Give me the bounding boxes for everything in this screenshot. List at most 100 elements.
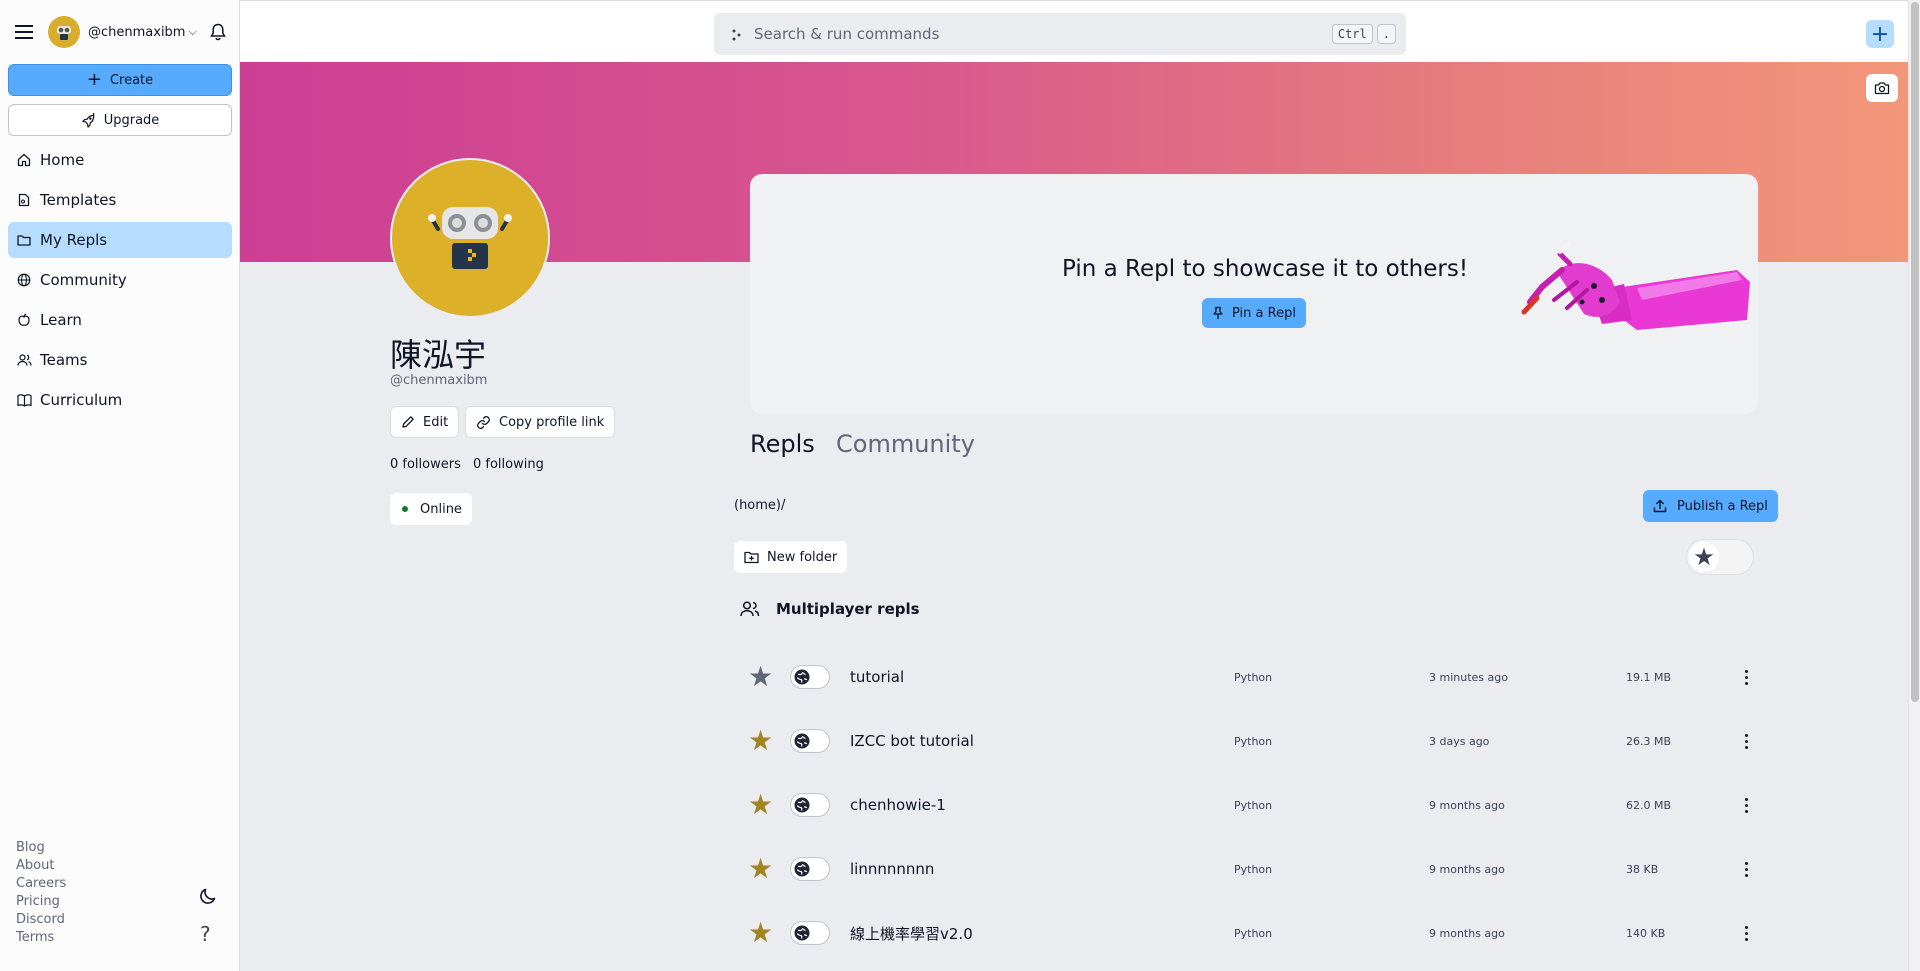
star-icon[interactable]: ★ bbox=[748, 791, 773, 819]
followers-count[interactable]: 0 followers bbox=[390, 457, 461, 472]
top-bar: Search & run commands Ctrl . + bbox=[240, 0, 1908, 62]
section-title: Multiplayer repls bbox=[776, 600, 920, 618]
repl-updated: 3 days ago bbox=[1429, 734, 1490, 748]
more-options-icon[interactable] bbox=[1740, 795, 1752, 815]
sidebar-item-label: Curriculum bbox=[40, 391, 123, 409]
visibility-toggle[interactable] bbox=[790, 793, 830, 817]
repl-updated: 9 months ago bbox=[1429, 926, 1505, 940]
chevron-down-icon[interactable]: ⌵ bbox=[188, 25, 196, 39]
sidebar-item-curriculum[interactable]: Curriculum bbox=[8, 382, 232, 418]
following-count[interactable]: 0 following bbox=[473, 457, 544, 472]
globe-icon bbox=[16, 272, 32, 288]
star-icon: ★ bbox=[1689, 542, 1719, 572]
help-icon[interactable]: ? bbox=[200, 922, 211, 946]
new-folder-button[interactable]: New folder bbox=[734, 541, 848, 573]
star-icon[interactable]: ★ bbox=[748, 919, 773, 947]
globe-icon bbox=[794, 861, 810, 877]
footer-link-careers[interactable]: Careers bbox=[16, 875, 66, 893]
sidebar-item-teams[interactable]: Teams bbox=[8, 342, 232, 378]
footer-link-blog[interactable]: Blog bbox=[16, 839, 66, 857]
sidebar-item-templates[interactable]: Templates bbox=[8, 182, 232, 218]
account-username[interactable]: @chenmaxibm bbox=[88, 25, 185, 40]
new-repl-plus-button[interactable]: + bbox=[1866, 20, 1894, 48]
visibility-toggle[interactable] bbox=[790, 921, 830, 945]
copy-link-label: Copy profile link bbox=[499, 414, 605, 430]
publish-repl-button[interactable]: Publish a Repl bbox=[1643, 490, 1778, 522]
scrollbar-thumb[interactable] bbox=[1911, 2, 1919, 702]
repl-name[interactable]: tutorial bbox=[850, 668, 904, 686]
repl-name[interactable]: chenhowie-1 bbox=[850, 796, 946, 814]
repl-row[interactable]: ★ linnnnnnnn Python 9 months ago 38 KB bbox=[734, 837, 1764, 901]
menu-icon[interactable] bbox=[12, 20, 36, 44]
footer-link-terms[interactable]: Terms bbox=[16, 929, 66, 947]
camera-icon[interactable] bbox=[1866, 74, 1898, 102]
repl-language: Python bbox=[1234, 926, 1273, 940]
star-icon[interactable]: ★ bbox=[748, 663, 773, 691]
pin-icon bbox=[1213, 306, 1223, 319]
repl-row[interactable]: ★ chenhowie-1 Python 9 months ago 62.0 MB bbox=[734, 773, 1764, 837]
create-button[interactable]: + Create bbox=[8, 64, 232, 96]
folder-plus-icon bbox=[744, 551, 759, 564]
more-options-icon[interactable] bbox=[1740, 923, 1752, 943]
visibility-toggle[interactable] bbox=[790, 665, 830, 689]
more-options-icon[interactable] bbox=[1740, 859, 1752, 879]
moon-icon[interactable] bbox=[198, 886, 220, 908]
breadcrumb[interactable]: (home)/ bbox=[734, 498, 785, 513]
section-header: Multiplayer repls bbox=[740, 600, 920, 618]
upload-icon bbox=[1653, 499, 1667, 513]
shortcut-key: . bbox=[1376, 24, 1396, 44]
copy-profile-link-button[interactable]: Copy profile link bbox=[465, 406, 616, 438]
more-options-icon[interactable] bbox=[1740, 667, 1752, 687]
repl-name[interactable]: IZCC bot tutorial bbox=[850, 732, 974, 750]
tab-repls[interactable]: Repls bbox=[750, 430, 815, 458]
publish-label: Publish a Repl bbox=[1677, 498, 1768, 514]
repl-row[interactable]: ★ tutorial Python 3 minutes ago 19.1 MB bbox=[734, 645, 1764, 709]
globe-icon bbox=[794, 733, 810, 749]
search-input[interactable]: Search & run commands Ctrl . bbox=[714, 13, 1406, 55]
repl-language: Python bbox=[1234, 734, 1273, 748]
globe-icon bbox=[794, 925, 810, 941]
online-dot-icon bbox=[402, 506, 408, 512]
repl-name[interactable]: 線上機率學習v2.0 bbox=[850, 923, 973, 944]
status-label: Online bbox=[420, 501, 462, 517]
repl-size: 26.3 MB bbox=[1626, 734, 1672, 748]
repl-updated: 9 months ago bbox=[1429, 798, 1505, 812]
avatar[interactable] bbox=[48, 16, 80, 48]
sidebar-item-label: Teams bbox=[40, 351, 88, 369]
sidebar-item-community[interactable]: Community bbox=[8, 262, 232, 298]
tab-community[interactable]: Community bbox=[836, 430, 975, 458]
upgrade-button[interactable]: Upgrade bbox=[8, 104, 232, 136]
scrollbar[interactable] bbox=[1908, 0, 1920, 971]
repl-row[interactable]: ★ 線上機率學習v2.0 Python 9 months ago 140 KB bbox=[734, 901, 1764, 965]
sidebar-item-label: Templates bbox=[40, 191, 117, 209]
footer-link-pricing[interactable]: Pricing bbox=[16, 893, 66, 911]
repl-list: ★ tutorial Python 3 minutes ago 19.1 MB ★ IZCC… bbox=[734, 645, 1764, 965]
pencil-icon bbox=[402, 416, 414, 428]
visibility-toggle[interactable] bbox=[790, 857, 830, 881]
pin-a-repl-button[interactable]: Pin a Repl bbox=[1202, 298, 1306, 328]
pin-repl-card: Pin a Repl to showcase it to others! Pin… bbox=[750, 174, 1758, 414]
star-icon[interactable]: ★ bbox=[748, 855, 773, 883]
command-icon bbox=[730, 27, 744, 41]
bell-icon[interactable] bbox=[207, 21, 229, 43]
repl-language: Python bbox=[1234, 798, 1273, 812]
pin-button-label: Pin a Repl bbox=[1232, 305, 1296, 321]
edit-profile-button[interactable]: Edit bbox=[390, 406, 460, 438]
profile-handle: @chenmaxibm bbox=[390, 373, 488, 388]
footer-link-discord[interactable]: Discord bbox=[16, 911, 66, 929]
star-icon[interactable]: ★ bbox=[748, 727, 773, 755]
sidebar-item-home[interactable]: Home bbox=[8, 142, 232, 178]
more-options-icon[interactable] bbox=[1740, 731, 1752, 751]
repl-row[interactable]: ★ IZCC bot tutorial Python 3 days ago 26.3 M… bbox=[734, 709, 1764, 773]
status-badge: Online bbox=[390, 493, 472, 525]
footer-link-about[interactable]: About bbox=[16, 857, 66, 875]
shortcut-key: Ctrl bbox=[1331, 24, 1373, 44]
starred-filter-toggle[interactable]: ★ bbox=[1686, 539, 1754, 575]
visibility-toggle[interactable] bbox=[790, 729, 830, 753]
folder-icon bbox=[16, 232, 32, 248]
repl-updated: 9 months ago bbox=[1429, 862, 1505, 876]
plus-icon: + bbox=[86, 69, 102, 90]
sidebar-item-my-repls[interactable]: My Repls bbox=[8, 222, 232, 258]
repl-name[interactable]: linnnnnnnn bbox=[850, 860, 934, 878]
sidebar-item-learn[interactable]: Learn bbox=[8, 302, 232, 338]
